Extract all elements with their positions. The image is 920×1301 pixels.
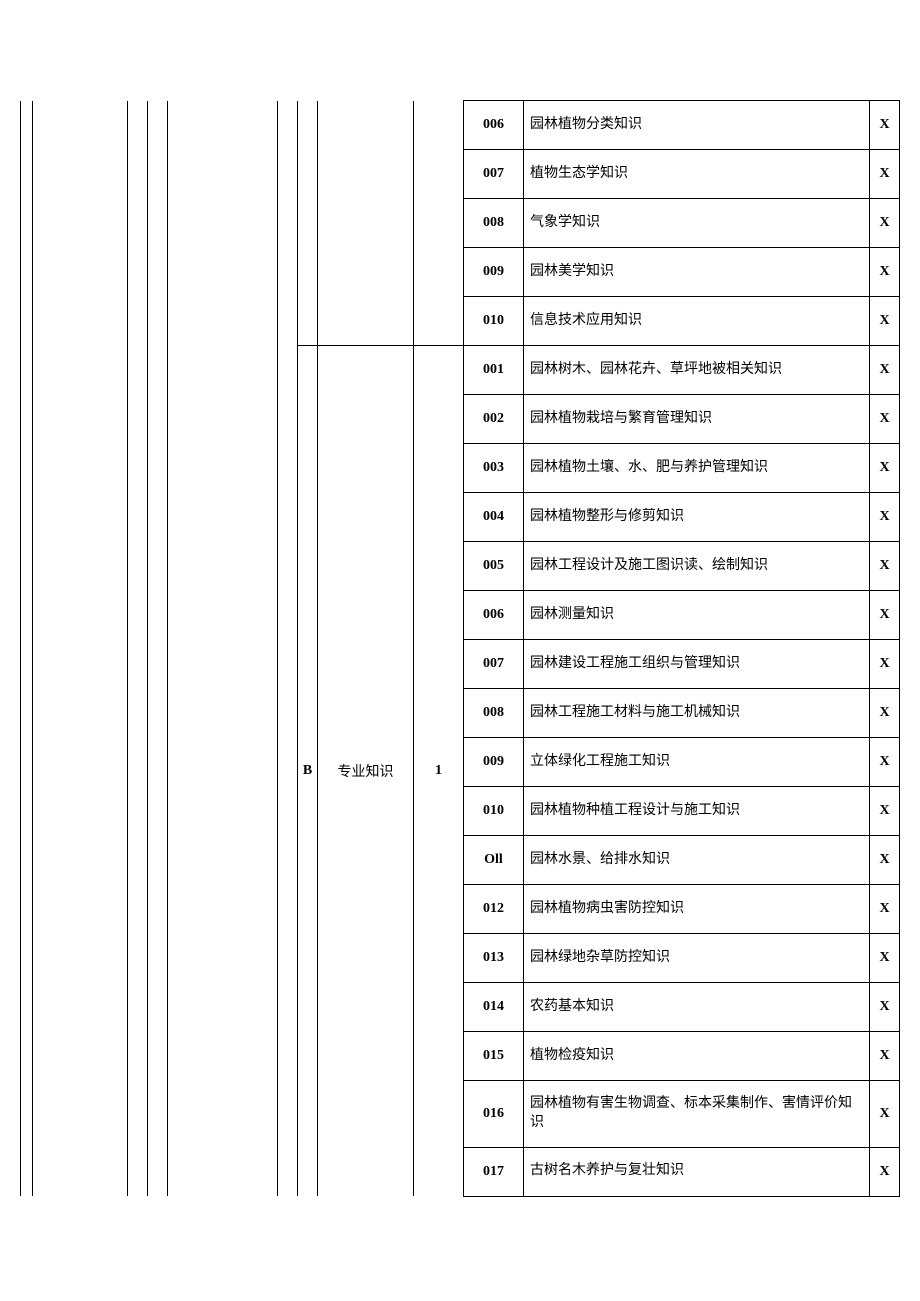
- row-mark: X: [870, 1147, 900, 1196]
- row-code: 010: [464, 297, 524, 346]
- group-a-title: [318, 101, 414, 346]
- row-label: 古树名木养护与复壮知识: [524, 1147, 870, 1196]
- row-code: 012: [464, 885, 524, 934]
- standards-table: 006园林植物分类知识X007植物生态学知识X008气象学知识X009园林美学知…: [20, 100, 900, 1197]
- row-label: 农药基本知识: [524, 983, 870, 1032]
- row-label: 园林水景、给排水知识: [524, 836, 870, 885]
- row-mark: X: [870, 836, 900, 885]
- row-mark: X: [870, 1081, 900, 1148]
- row-mark: X: [870, 395, 900, 444]
- group-b-num: 1: [414, 346, 464, 1197]
- row-mark: X: [870, 787, 900, 836]
- row-label: 园林树木、园林花卉、草坪地被相关知识: [524, 346, 870, 395]
- row-mark: X: [870, 1032, 900, 1081]
- outer-col-2: [33, 101, 128, 1197]
- row-mark: X: [870, 983, 900, 1032]
- row-label: 植物生态学知识: [524, 150, 870, 199]
- row-mark: X: [870, 101, 900, 150]
- row-label: 园林植物栽培与繁育管理知识: [524, 395, 870, 444]
- row-mark: X: [870, 738, 900, 787]
- group-b-letter: B: [298, 346, 318, 1197]
- row-mark: X: [870, 248, 900, 297]
- outer-col-4: [148, 101, 168, 1197]
- row-code: 009: [464, 738, 524, 787]
- row-code: 002: [464, 395, 524, 444]
- row-code: 013: [464, 934, 524, 983]
- row-label: 园林绿地杂草防控知识: [524, 934, 870, 983]
- row-mark: X: [870, 640, 900, 689]
- row-code: 001: [464, 346, 524, 395]
- row-mark: X: [870, 346, 900, 395]
- row-code: 016: [464, 1081, 524, 1148]
- row-mark: X: [870, 542, 900, 591]
- row-mark: X: [870, 297, 900, 346]
- row-code: 015: [464, 1032, 524, 1081]
- row-label: 气象学知识: [524, 199, 870, 248]
- row-label: 园林植物病虫害防控知识: [524, 885, 870, 934]
- outer-col-5: [168, 101, 278, 1197]
- outer-col-6: [278, 101, 298, 1197]
- row-label: 园林工程设计及施工图识读、绘制知识: [524, 542, 870, 591]
- row-label: 园林工程施工材料与施工机械知识: [524, 689, 870, 738]
- row-mark: X: [870, 493, 900, 542]
- row-mark: X: [870, 591, 900, 640]
- row-label: 园林植物有害生物调查、标本采集制作、害情评价知识: [524, 1081, 870, 1148]
- row-mark: X: [870, 885, 900, 934]
- row-mark: X: [870, 199, 900, 248]
- row-code: 007: [464, 150, 524, 199]
- row-label: 园林美学知识: [524, 248, 870, 297]
- row-mark: X: [870, 934, 900, 983]
- row-label: 园林建设工程施工组织与管理知识: [524, 640, 870, 689]
- row-code: 006: [464, 591, 524, 640]
- group-b-title: 专业知识: [318, 346, 414, 1197]
- row-mark: X: [870, 444, 900, 493]
- table-row: 006园林植物分类知识X: [21, 101, 900, 150]
- row-label: 立体绿化工程施工知识: [524, 738, 870, 787]
- row-code: 008: [464, 689, 524, 738]
- row-code: 010: [464, 787, 524, 836]
- row-label: 信息技术应用知识: [524, 297, 870, 346]
- document-page: 006园林植物分类知识X007植物生态学知识X008气象学知识X009园林美学知…: [0, 0, 920, 1301]
- row-code: 008: [464, 199, 524, 248]
- row-code: 017: [464, 1147, 524, 1196]
- row-mark: X: [870, 689, 900, 738]
- row-code: 006: [464, 101, 524, 150]
- group-a-letter: [298, 101, 318, 346]
- row-code: 004: [464, 493, 524, 542]
- row-mark: X: [870, 150, 900, 199]
- row-code: 003: [464, 444, 524, 493]
- row-label: 园林植物种植工程设计与施工知识: [524, 787, 870, 836]
- row-label: 园林测量知识: [524, 591, 870, 640]
- row-code: 014: [464, 983, 524, 1032]
- row-label: 园林植物整形与修剪知识: [524, 493, 870, 542]
- outer-col-3: [128, 101, 148, 1197]
- outer-col-1: [21, 101, 33, 1197]
- row-code: Oll: [464, 836, 524, 885]
- group-a-num: [414, 101, 464, 346]
- row-code: 005: [464, 542, 524, 591]
- row-label: 植物检疫知识: [524, 1032, 870, 1081]
- row-code: 007: [464, 640, 524, 689]
- row-label: 园林植物分类知识: [524, 101, 870, 150]
- row-label: 园林植物土壤、水、肥与养护管理知识: [524, 444, 870, 493]
- row-code: 009: [464, 248, 524, 297]
